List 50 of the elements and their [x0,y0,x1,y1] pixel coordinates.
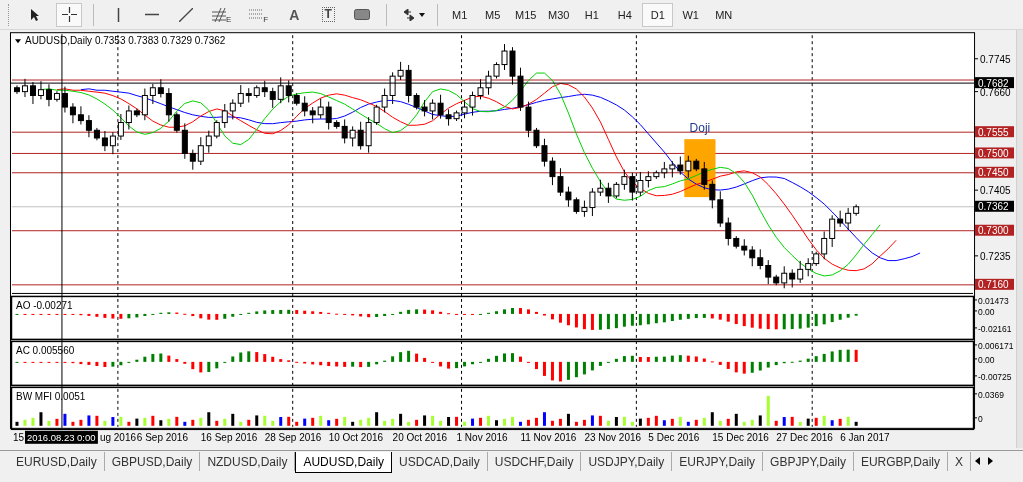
timeframe-button[interactable]: D1 [642,2,674,27]
price-level-tag: 0.7450 [975,166,1014,179]
date-axis-label: 23 Nov 2016 [584,431,642,443]
date-axis-label: 27 Dec 2016 [776,431,833,443]
timeframe-button[interactable]: W1 [675,2,707,27]
timeframe-button[interactable]: M30 [543,2,575,27]
date-axis-label: ug 2016 [99,431,136,443]
date-axis-label: 6 Sep 2016 [136,431,188,443]
chart-tab[interactable]: AUDUSD,Daily [295,452,393,473]
indicator-axis-label: 0.00 [978,306,995,317]
price-level-tag: 0.7555 [975,126,1014,138]
indicator-axis-label: -0.02161 [978,323,1012,334]
date-axis-label: 6 Jan 2017 [840,431,890,443]
timeframe-button[interactable]: M1 [444,2,476,27]
date-axis-label: 10 Oct 2016 [328,431,384,443]
indicator-axis-label: 0.00 [978,354,995,365]
timeframe-button[interactable]: MN [708,2,740,27]
price-axis-label: 0.7660 [980,86,1011,98]
price-level-tag: 0.7160 [975,278,1014,291]
fibo-tool-button[interactable]: E [207,2,237,27]
date-axis-label: 20 Oct 2016 [392,431,447,443]
textlabel-tool-button[interactable]: T [315,2,342,27]
price-axis-label: 0.7405 [980,185,1011,197]
ohlc-values: 0.7353 0.7383 0.7329 0.7362 [94,35,226,47]
timeframe-button[interactable]: M5 [477,2,509,27]
annotation-text: Doji [689,121,711,136]
indicator-axis-label: 0.0369 [978,389,1004,400]
timeframe-button[interactable]: H1 [576,2,608,27]
timeframe-button[interactable]: M15 [510,2,542,27]
price-level-tag: 0.7300 [975,224,1014,237]
date-axis-label: 15 Dec 2016 [712,431,769,443]
date-axis-label: 11 Nov 2016 [520,431,577,443]
price-axis-label: 0.7745 [980,53,1011,65]
grid-tool-button[interactable]: F [244,2,274,27]
crosshair-price-tag: 0.7682 [975,77,1014,89]
date-axis-label: 1 Nov 2016 [456,431,508,443]
date-axis-label: 5 Dec 2016 [648,431,700,443]
indicator-axis-label: 0.01473 [978,295,1009,306]
price-axis-label: 0.7235 [980,250,1011,262]
date-axis-label: 28 Sep 2016 [264,431,322,443]
indicator-axis-label: 0 [978,413,983,424]
date-axis-label: 15 [13,431,25,443]
price-level-tag: 0.7500 [975,147,1014,159]
indicator-axis-label: -0.00725 [978,371,1012,382]
date-axis-label: 16 Sep 2016 [200,431,258,443]
bid-price-tag: 0.7362 [975,200,1014,213]
crosshair-time-tag: 2016.08.23 0:00 [25,430,98,444]
text-tool-button[interactable]: A [281,2,308,27]
timeframe-button[interactable]: H4 [609,2,641,27]
indicator-axis-label: 0.006171 [978,340,1014,351]
